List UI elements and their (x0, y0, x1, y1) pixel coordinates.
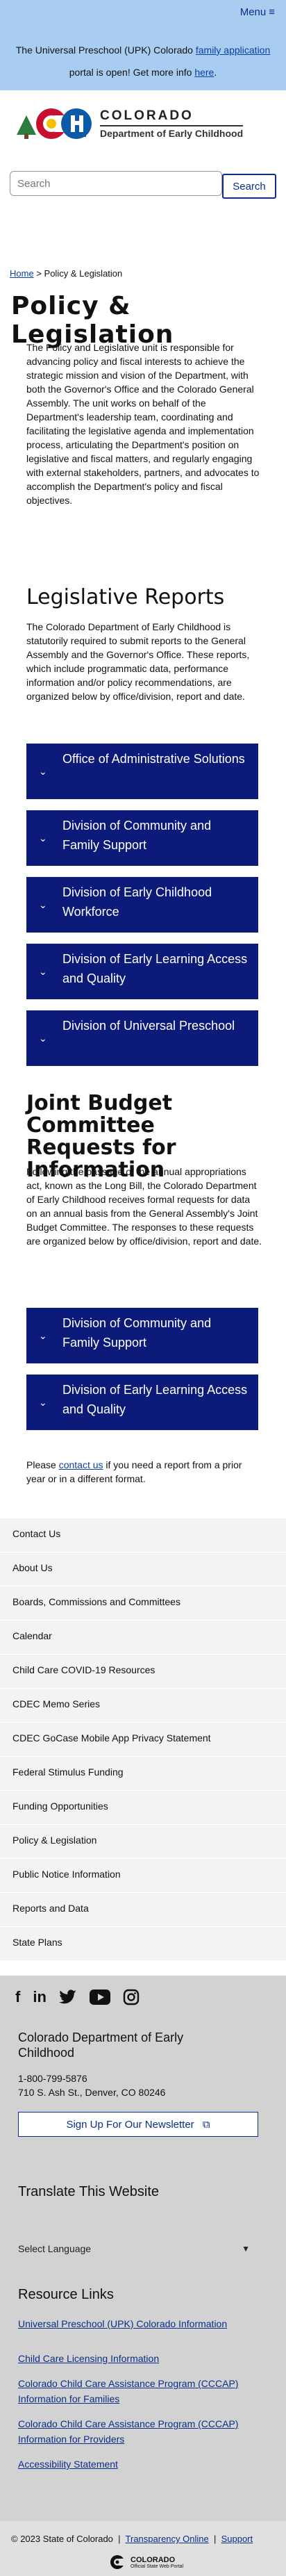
footer-org-name: Colorado Department of Early Childhood (18, 2031, 184, 2060)
social-links: f in (15, 1988, 140, 2006)
legislative-reports-heading: Legislative Reports (26, 585, 225, 609)
chevron-down-icon: ⌄ (39, 766, 47, 777)
chevron-down-icon: ⌄ (39, 1033, 47, 1044)
footer-nav-item[interactable]: Public Notice Information (0, 1859, 286, 1893)
resource-link[interactable]: Colorado Child Care Assistance Program (… (18, 2416, 268, 2447)
language-select-value: Select Language (18, 2243, 92, 2254)
accordion-office-administrative-solutions[interactable]: ⌄ Office of Administrative Solutions (26, 744, 258, 799)
instagram-icon[interactable] (123, 1989, 140, 2005)
translate-heading: Translate This Website (18, 2184, 160, 2199)
footer-nav-item[interactable]: Child Care COVID-19 Resources (0, 1655, 286, 1689)
copyright-line: © 2023 State of Colorado | Transparency … (11, 2534, 253, 2544)
accordion-community-family-support[interactable]: ⌄ Division of Community and Family Suppo… (26, 810, 258, 866)
facebook-icon[interactable]: f (15, 1988, 20, 2006)
footer-nav-item[interactable]: Boards, Commissions and Committees (0, 1586, 286, 1621)
here-link[interactable]: here (194, 67, 214, 78)
chevron-down-icon: ⌄ (39, 832, 47, 844)
logo-line-department: Department of Early Childhood (100, 125, 244, 139)
state-portal-logo[interactable]: COLORADO Official State Web Portal (110, 2554, 183, 2570)
chevron-down-icon: ▼ (242, 2244, 250, 2254)
accordion-label: Division of Community and Family Support (62, 1316, 212, 1349)
footer-nav-item[interactable]: CDEC Memo Series (0, 1689, 286, 1723)
external-link-icon: ⧉ (202, 2119, 210, 2131)
separator: | (115, 2534, 124, 2544)
resource-link[interactable]: Colorado Child Care Assistance Program (… (18, 2376, 268, 2406)
site-footer: f in Colorado Department of Early Childh… (0, 1976, 286, 2576)
accordion-label: Division of Early Childhood Workforce (62, 885, 212, 919)
twitter-icon[interactable] (58, 1990, 77, 2005)
contact-us-link[interactable]: contact us (59, 1459, 103, 1470)
legislative-reports-text: The Colorado Department of Early Childho… (26, 621, 250, 702)
accordion-label: Office of Administrative Solutions (62, 752, 245, 766)
colorado-c-icon (110, 2555, 126, 2569)
linkedin-icon[interactable]: in (33, 1988, 47, 2006)
chevron-down-icon: ⌄ (39, 1330, 47, 1341)
footer-bottom-bar: © 2023 State of Colorado | Transparency … (0, 2521, 286, 2576)
footer-nav: Contact Us About Us Boards, Commissions … (0, 1518, 286, 1961)
breadcrumb-home-link[interactable]: Home (10, 268, 34, 279)
chevron-down-icon: ⌄ (39, 1397, 47, 1408)
accordion-universal-preschool[interactable]: ⌄ Division of Universal Preschool (26, 1010, 258, 1066)
footer-nav-item[interactable]: Calendar (0, 1621, 286, 1655)
transparency-link[interactable]: Transparency Online (126, 2534, 209, 2544)
language-select[interactable]: Select Language ▼ (18, 2236, 258, 2261)
accordion-jbc-community-family-support[interactable]: ⌄ Division of Community and Family Suppo… (26, 1308, 258, 1363)
accordion-early-childhood-workforce[interactable]: ⌄ Division of Early Childhood Workforce (26, 877, 258, 933)
colorado-logo-icon (17, 108, 92, 139)
accordion-label: Division of Universal Preschool (62, 1019, 235, 1033)
search-button[interactable]: Search (222, 174, 276, 199)
resource-links-heading: Resource Links (18, 2287, 114, 2302)
chevron-down-icon: ⌄ (39, 966, 47, 977)
footer-nav-item[interactable]: Funding Opportunities (0, 1791, 286, 1825)
logo-line-colorado: COLORADO (100, 108, 194, 123)
accordion-jbc-early-learning-access-quality[interactable]: ⌄ Division of Early Learning Access and … (26, 1375, 258, 1430)
jbc-text: Following the passage of the annual appr… (26, 1166, 262, 1247)
alert-banner: The Universal Preschool (UPK) Colorado f… (0, 24, 286, 90)
breadcrumb-separator: > (36, 268, 42, 279)
accordion-label: Division of Early Learning Access and Qu… (62, 1383, 248, 1416)
youtube-icon[interactable] (89, 1990, 110, 2005)
breadcrumb: Home > Policy & Legislation (10, 268, 122, 279)
top-menubar: Menu ≡ (0, 0, 286, 24)
separator: | (211, 2534, 219, 2544)
header-logo-area: COLORADO Department of Early Childhood (0, 90, 286, 153)
resource-link[interactable]: Child Care Licensing Information (18, 2351, 268, 2366)
footer-nav-item[interactable]: Reports and Data (0, 1893, 286, 1927)
footer-nav-item[interactable]: Federal Stimulus Funding (0, 1757, 286, 1791)
menu-label: Menu (239, 6, 267, 18)
site-logo[interactable]: COLORADO Department of Early Childhood (12, 103, 244, 145)
breadcrumb-current: Policy & Legislation (44, 268, 123, 279)
resource-link[interactable]: Universal Preschool (UPK) Colorado Infor… (18, 2316, 268, 2331)
search-form: Search (10, 171, 276, 199)
accordion-label: Division of Early Learning Access and Qu… (62, 952, 248, 985)
footer-nav-item[interactable]: About Us (0, 1552, 286, 1586)
newsletter-label: Sign Up For Our Newsletter (66, 2119, 194, 2131)
resource-link[interactable]: Accessibility Statement (18, 2456, 268, 2472)
footer-nav-item[interactable]: Contact Us (0, 1518, 286, 1552)
footer-nav-item[interactable]: State Plans (0, 1927, 286, 1961)
portal-logo-subtext: Official State Web Portal (131, 2563, 183, 2569)
alert-text: The Universal Preschool (UPK) Colorado (15, 44, 196, 56)
footer-phone[interactable]: 1-800-799-5876 (18, 2073, 87, 2084)
copyright-text: © 2023 State of Colorado (11, 2534, 113, 2544)
alert-text-end: . (214, 67, 217, 78)
hamburger-icon: ≡ (269, 6, 275, 18)
footer-address: 710 S. Ash St., Denver, CO 80246 (18, 2087, 166, 2098)
chevron-down-icon: ⌄ (39, 899, 47, 910)
footer-nav-item[interactable]: Policy & Legislation (0, 1825, 286, 1859)
accordion-early-learning-access-quality[interactable]: ⌄ Division of Early Learning Access and … (26, 944, 258, 999)
support-link[interactable]: Support (221, 2534, 253, 2544)
menu-button[interactable]: Menu ≡ (240, 6, 275, 18)
contact-note-text: Please (26, 1459, 59, 1470)
accordion-label: Division of Community and Family Support (62, 819, 212, 852)
newsletter-button[interactable]: Sign Up For Our Newsletter ⧉ (18, 2112, 258, 2137)
alert-text-mid: portal is open! Get more info (69, 67, 195, 78)
search-input[interactable] (10, 171, 222, 196)
portal-logo-text: COLORADO (131, 2555, 176, 2564)
footer-nav-item[interactable]: CDEC GoCase Mobile App Privacy Statement (0, 1723, 286, 1757)
intro-paragraph: The Policy and Legislative unit is respo… (26, 342, 260, 506)
contact-note: Please contact us if you need a report f… (26, 1458, 262, 1486)
family-application-link[interactable]: family application (196, 44, 270, 56)
